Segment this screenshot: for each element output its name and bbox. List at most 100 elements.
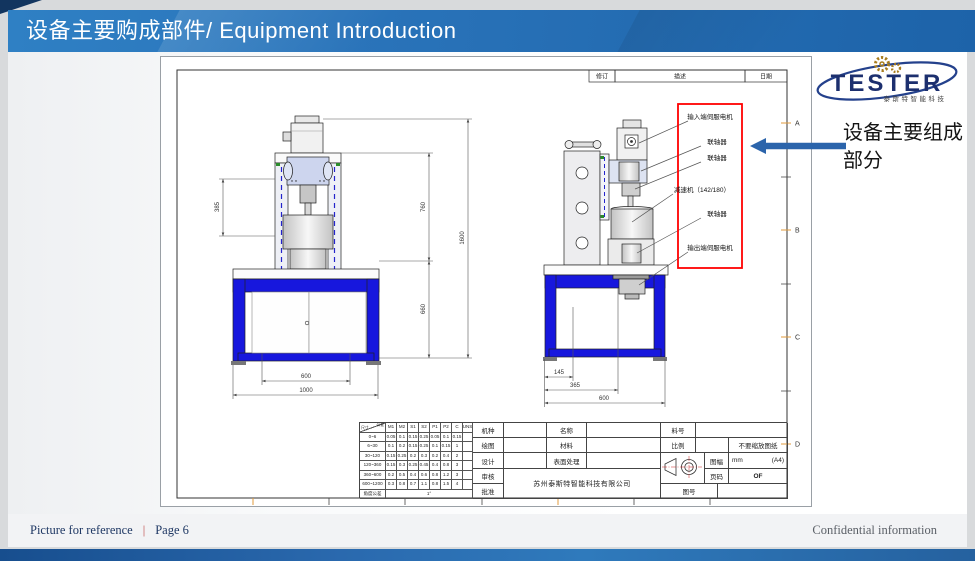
field-name: 名称 bbox=[547, 423, 587, 438]
slide-footer: Picture for reference|Page 6 Confidentia… bbox=[8, 514, 967, 547]
slide-title: 设备主要购成部件/ Equipment Introduction bbox=[8, 10, 975, 52]
tolerance-cell: 30~120 bbox=[360, 452, 386, 462]
dim-145: 145 bbox=[554, 370, 565, 376]
tolerance-cell: 1.2 bbox=[441, 471, 452, 481]
front-view bbox=[231, 116, 381, 365]
slide-body: 修订 描述 日期 A B C D 1 2 3 4 bbox=[8, 52, 967, 514]
tolerance-cell: 0.05 bbox=[386, 433, 397, 443]
field-empty bbox=[718, 484, 788, 499]
tolerance-cell: 0.1 bbox=[397, 433, 408, 443]
tolerance-cell: UNS bbox=[463, 423, 473, 433]
slide-title-bar: 设备主要购成部件/ Equipment Introduction bbox=[8, 10, 975, 52]
revision-strip bbox=[589, 70, 787, 82]
tolerance-cell: 0.15 bbox=[441, 442, 452, 452]
tolerance-cell: 1 bbox=[452, 442, 463, 452]
tolerance-cell: 0.8 bbox=[397, 480, 408, 490]
zone-letter: C bbox=[795, 335, 800, 342]
tolerance-cell: 600~1200 bbox=[360, 480, 386, 490]
tolerance-cell: 360~600 bbox=[360, 471, 386, 481]
cad-sheet: 修订 描述 日期 A B C D 1 2 3 4 bbox=[160, 56, 812, 507]
field-empty bbox=[587, 453, 661, 469]
field-surface: 表面处理 bbox=[547, 453, 587, 469]
field-empty bbox=[587, 438, 661, 453]
footer-page-number: Page 6 bbox=[155, 523, 189, 537]
tolerance-cell: 0.25 bbox=[408, 461, 419, 471]
tolerance-cell: 0.25 bbox=[419, 433, 430, 443]
tolerance-cell: 0.3 bbox=[397, 461, 408, 471]
tolerance-cell bbox=[463, 471, 473, 481]
dim-600: 600 bbox=[301, 374, 312, 380]
field-empty bbox=[504, 438, 547, 453]
tolerance-cell: 0.2 bbox=[408, 452, 419, 462]
field-review: 审核 bbox=[473, 469, 504, 484]
side-view-dimensions bbox=[545, 288, 666, 407]
tolerance-table: 公差尺寸M1M2S1S2P1P2CUNS0~60.050.10.150.250.… bbox=[360, 423, 473, 499]
bottom-accent-bar bbox=[0, 549, 975, 561]
tolerance-cell: 0.4 bbox=[430, 461, 441, 471]
tester-logo-icon: TESTER 泰斯特智能科技 bbox=[812, 54, 968, 112]
tolerance-cell: 角度公差 bbox=[360, 490, 386, 500]
field-machine-type: 机种 bbox=[473, 423, 504, 438]
sheet-format: (A4) bbox=[772, 457, 784, 464]
tolerance-cell: 0.15 bbox=[452, 433, 463, 443]
tolerance-cell: 1.1 bbox=[419, 480, 430, 490]
tolerance-cell bbox=[463, 433, 473, 443]
tolerance-cell: 0.6 bbox=[419, 471, 430, 481]
tolerance-cell bbox=[463, 452, 473, 462]
logo-subtitle: 泰斯特智能科技 bbox=[884, 94, 947, 103]
zone-letter: D bbox=[795, 442, 800, 449]
callout-line-2: 部分 bbox=[843, 148, 973, 176]
component-callouts: 输入端伺服电机 联轴器 联轴器 减速机（142/180） 联轴器 输出端伺服电机 bbox=[674, 112, 733, 252]
tolerance-cell: P2 bbox=[441, 423, 452, 433]
field-approve: 批准 bbox=[473, 484, 504, 499]
sheet-unit: mm bbox=[732, 457, 743, 464]
dim-365: 365 bbox=[570, 383, 581, 389]
field-empty bbox=[504, 423, 547, 438]
field-scale: 比例 bbox=[661, 438, 696, 453]
callout-label: 减速机（142/180） bbox=[674, 185, 730, 194]
tolerance-cell: 0.8 bbox=[441, 461, 452, 471]
side-view bbox=[543, 120, 668, 361]
callout-text: 设备主要组成 部分 bbox=[843, 120, 973, 175]
tolerance-cell: 0.05 bbox=[430, 433, 441, 443]
field-page-value: OF bbox=[729, 469, 788, 484]
tolerance-cell: 0.15 bbox=[386, 461, 397, 471]
tolerance-cell: M2 bbox=[397, 423, 408, 433]
projection-symbol bbox=[661, 453, 705, 484]
tolerance-cell: 0.25 bbox=[397, 452, 408, 462]
projection-symbol-icon bbox=[661, 453, 703, 482]
dim-600-side: 600 bbox=[599, 396, 610, 402]
tolerance-cell: 0.2 bbox=[397, 442, 408, 452]
tolerance-cell: 0.15 bbox=[408, 442, 419, 452]
tolerance-cell: 1.5 bbox=[441, 480, 452, 490]
tolerance-cell: S2 bbox=[419, 423, 430, 433]
slide-canvas: 设备主要购成部件/ Equipment Introduction bbox=[0, 0, 975, 561]
tolerance-cell: M1 bbox=[386, 423, 397, 433]
tolerance-cell: 0.1 bbox=[386, 442, 397, 452]
field-sheet: 图幅 bbox=[705, 453, 729, 469]
tolerance-cell: 0.45 bbox=[419, 461, 430, 471]
tolerance-cell: 2 bbox=[452, 452, 463, 462]
callout-label: 联轴器 bbox=[707, 153, 727, 162]
field-design: 设计 bbox=[473, 453, 504, 469]
tolerance-cell: 0.15 bbox=[386, 452, 397, 462]
tester-logo: TESTER 泰斯特智能科技 bbox=[812, 54, 968, 112]
tolerance-cell: 4 bbox=[452, 480, 463, 490]
dim-660: 660 bbox=[421, 303, 427, 314]
field-part-no: 料号 bbox=[661, 423, 696, 438]
tolerance-cell: 0.7 bbox=[408, 480, 419, 490]
tolerance-cell: P1 bbox=[430, 423, 441, 433]
field-company: 苏州泰斯特智能科技有限公司 bbox=[504, 469, 661, 499]
tolerance-cell: C bbox=[452, 423, 463, 433]
field-empty bbox=[504, 453, 547, 469]
field-empty bbox=[696, 423, 788, 438]
callout-label: 输出端伺服电机 bbox=[687, 243, 733, 252]
left-arrow-icon bbox=[750, 137, 846, 155]
dim-760: 760 bbox=[421, 201, 427, 212]
footer-separator: | bbox=[143, 523, 146, 537]
tolerance-cell: 0.8 bbox=[430, 480, 441, 490]
callout-label: 联轴器 bbox=[707, 137, 727, 146]
tolerance-cell: 0.15 bbox=[408, 433, 419, 443]
field-no-scaling: 不要缩放图纸 bbox=[729, 438, 788, 453]
zone-letter: A bbox=[795, 121, 800, 128]
